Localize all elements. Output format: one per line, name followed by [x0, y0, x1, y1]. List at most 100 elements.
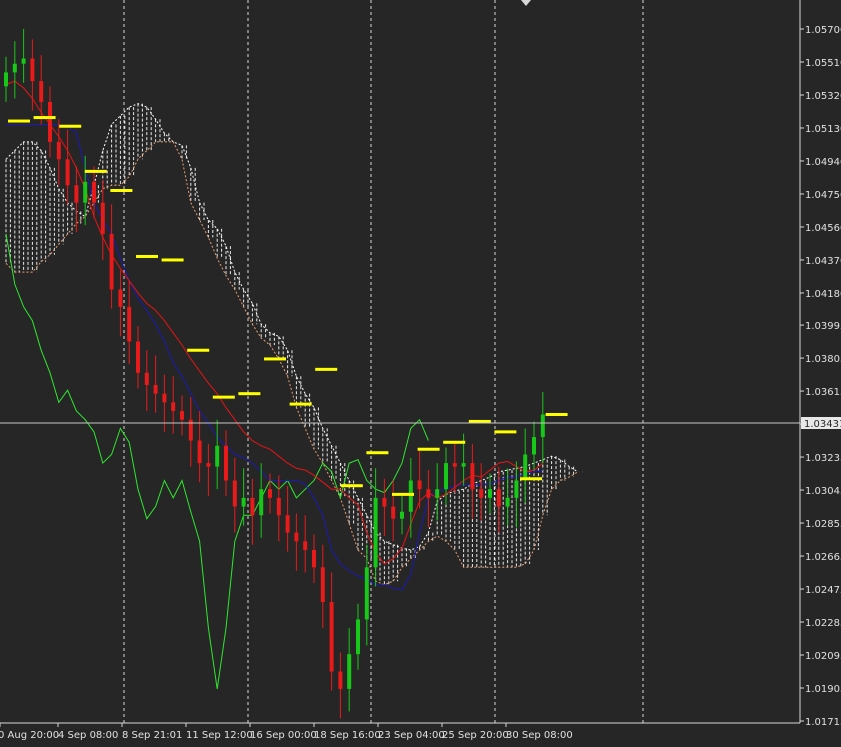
price-tick-label: 1.03235	[805, 453, 841, 464]
candle-body	[118, 289, 123, 307]
candle-body	[435, 489, 440, 498]
candle-body	[56, 141, 61, 160]
time-tick-label: 18 Sep 16:00	[314, 730, 381, 741]
price-tick-label: 1.02475	[805, 585, 841, 596]
candle-body	[83, 181, 88, 203]
price-tick-label: 1.02855	[805, 519, 841, 530]
level-mark	[187, 348, 210, 352]
price-tick-label: 1.01905	[805, 684, 841, 695]
candle-body	[268, 489, 272, 498]
candle-body	[391, 506, 396, 519]
price-tick-label: 1.04940	[805, 157, 841, 168]
candle-body	[48, 101, 52, 142]
candle-body	[408, 480, 413, 512]
candle-body	[127, 306, 132, 342]
chart-canvas[interactable]: 1.05700 1.05510 1.05320 1.05130 1.04940 1.047…	[0, 0, 841, 743]
candle-body	[532, 437, 536, 455]
time-tick-label: 23 Sep 04:00	[378, 730, 445, 741]
price-tick-label: 1.02095	[805, 651, 841, 662]
price-tick-label: 1.05320	[805, 91, 841, 102]
price-tick-label: 1.03045	[805, 486, 841, 497]
candle-body	[294, 532, 299, 542]
price-tick-label: 1.05510	[805, 58, 841, 69]
candle-body	[136, 341, 140, 373]
price-tick-label: 1.05700	[805, 25, 841, 36]
candle-body	[39, 81, 44, 102]
level-mark	[545, 413, 568, 417]
candle-body	[232, 480, 237, 507]
candle-body	[329, 602, 334, 672]
candle-body	[364, 567, 369, 620]
level-mark	[84, 169, 107, 173]
candle-body	[276, 497, 281, 516]
candle-body	[100, 202, 105, 234]
price-tick-label: 1.05130	[805, 124, 841, 135]
candle-body	[21, 58, 26, 64]
candle-body	[400, 511, 404, 519]
level-mark	[443, 440, 466, 444]
candle-body	[285, 515, 290, 533]
candle-body	[382, 497, 387, 507]
time-tick-label: 8 Sep 21:01	[122, 730, 182, 741]
candle-body	[4, 72, 8, 87]
candle-body	[303, 541, 308, 550]
level-mark	[392, 492, 414, 496]
candle-body	[452, 463, 457, 467]
candle-body	[461, 463, 466, 467]
candle-body	[144, 372, 149, 385]
level-mark	[136, 254, 158, 258]
level-mark	[520, 477, 542, 481]
candle-body	[30, 58, 35, 82]
candle-body	[180, 411, 184, 420]
price-tick-label: 1.02665	[805, 552, 841, 563]
candle-body	[347, 654, 352, 689]
ichimoku-chart[interactable]: 1.05700 1.05510 1.05320 1.05130 1.04940 1.047…	[0, 0, 841, 743]
candle-body	[65, 159, 70, 186]
candle-body	[153, 384, 158, 394]
level-mark	[494, 430, 517, 434]
level-mark	[340, 484, 363, 488]
level-mark	[417, 447, 440, 451]
candle-body	[312, 549, 316, 568]
candle-body	[496, 489, 501, 507]
candle-body	[320, 567, 325, 603]
level-mark	[33, 116, 56, 120]
price-tick-label: 1.02285	[805, 618, 841, 629]
chart-background	[0, 0, 841, 743]
current-price-label: 1.03431	[804, 419, 841, 430]
level-mark	[59, 124, 82, 128]
price-tick-label: 1.03615	[805, 387, 841, 398]
candle-body	[470, 463, 475, 490]
candle-body	[109, 233, 114, 290]
level-mark	[468, 419, 491, 423]
time-tick-label: 11 Sep 12:00	[186, 730, 253, 741]
candle-body	[215, 445, 220, 467]
candle-body	[514, 480, 519, 498]
level-mark	[238, 392, 261, 396]
price-tick-label: 1.04750	[805, 190, 841, 201]
candle-body	[171, 402, 176, 412]
candle-body	[241, 497, 246, 507]
level-mark	[264, 357, 286, 361]
level-mark	[315, 367, 338, 371]
candle-body	[224, 445, 228, 481]
candle-body	[12, 63, 17, 73]
time-tick-label: 25 Sep 20:00	[442, 730, 509, 741]
level-mark	[289, 402, 312, 406]
candle-body	[250, 497, 255, 516]
price-tick-label: 1.04370	[805, 256, 841, 267]
candle-body	[417, 480, 422, 490]
candle-body	[488, 489, 492, 498]
price-tick-label: 1.04560	[805, 223, 841, 234]
level-mark	[8, 119, 30, 123]
candle-body	[426, 489, 431, 498]
price-tick-label: 1.01715	[805, 717, 841, 728]
price-tick-label: 1.03805	[805, 354, 841, 365]
candle-body	[356, 619, 360, 655]
level-mark	[212, 395, 235, 399]
candle-body	[92, 181, 96, 203]
candle-body	[259, 489, 264, 516]
time-tick-label: 16 Sep 00:00	[250, 730, 317, 741]
time-tick-label: 4 Sep 08:00	[58, 730, 118, 741]
candle-body	[162, 393, 167, 403]
